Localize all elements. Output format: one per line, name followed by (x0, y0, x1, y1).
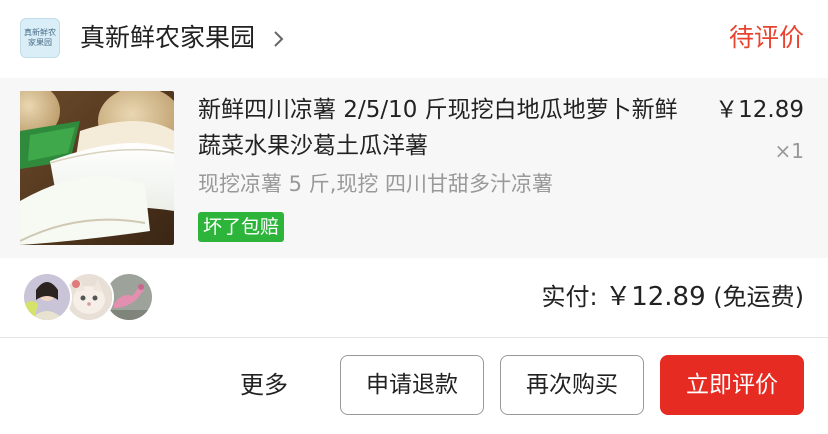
product-quantity: ×1 (774, 139, 804, 163)
product-title[interactable]: 新鲜四川凉薯 2/5/10 斤现挖白地瓜地萝卜新鲜蔬菜水果沙葛土瓜洋薯 (198, 92, 688, 164)
order-status: 待评价 (728, 23, 804, 52)
shop-name[interactable]: 真新鲜农家果园 (80, 21, 255, 55)
chevron-right-icon[interactable] (272, 24, 286, 54)
guarantee-badge: 坏了包赔 (198, 212, 285, 242)
product-price: ￥12.89 (715, 97, 804, 123)
buy-again-button[interactable]: 再次购买 (500, 355, 644, 415)
shop-logo-text-1: 真新鲜农 (24, 28, 56, 37)
refund-button[interactable]: 申请退款 (340, 355, 484, 415)
order-actions: 更多 申请退款 再次购买 立即评价 (0, 338, 828, 434)
shipping-note: (免运费) (713, 283, 804, 311)
product-thumbnail[interactable] (20, 91, 174, 245)
order-header: 真新鲜农 家果园 真新鲜农家果园 待评价 (0, 0, 828, 78)
paid-total: 实付: ￥12.89 (免运费) (541, 280, 804, 314)
order-item[interactable]: 新鲜四川凉薯 2/5/10 斤现挖白地瓜地萝卜新鲜蔬菜水果沙葛土瓜洋薯 ￥12.… (0, 78, 828, 258)
more-button[interactable]: 更多 (240, 368, 288, 402)
shop-logo[interactable]: 真新鲜农 家果园 (20, 18, 60, 58)
review-button[interactable]: 立即评价 (660, 355, 804, 415)
paid-amount: ￥12.89 (605, 282, 706, 312)
shop-logo-text-2: 家果园 (28, 38, 52, 47)
buyer-avatar[interactable] (22, 272, 72, 322)
order-summary: 实付: ￥12.89 (免运费) (0, 258, 828, 338)
product-spec: 现挖凉薯 5 斤,现挖 四川甘甜多汁凉薯 (198, 172, 554, 196)
paid-label: 实付: (541, 283, 598, 311)
